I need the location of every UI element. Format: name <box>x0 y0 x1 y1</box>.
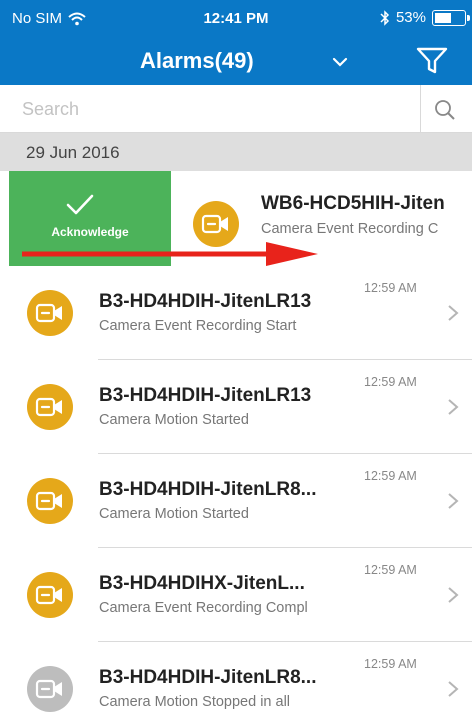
acknowledge-label: Acknowledge <box>51 225 129 239</box>
search-bar <box>0 85 472 133</box>
alarm-description: Camera Motion Started <box>99 412 249 428</box>
search-icon[interactable] <box>432 97 458 123</box>
alarm-name: B3-HD4HDIH-JitenLR8... <box>99 667 317 688</box>
alarm-name: B3-HD4HDIH-JitenLR13 <box>99 385 312 406</box>
chevron-right-icon[interactable] <box>446 679 460 699</box>
chevron-right-icon[interactable] <box>446 585 460 605</box>
alarm-row[interactable]: B3-HD4HDIHX-JitenL... Camera Event Record… <box>0 548 472 642</box>
camera-icon <box>27 290 73 336</box>
camera-icon <box>27 384 73 430</box>
chevron-right-icon[interactable] <box>446 397 460 417</box>
status-right: 53% <box>380 9 470 26</box>
bluetooth-icon <box>380 9 390 26</box>
checkmark-icon <box>66 194 94 215</box>
alarm-time: 12:59 AM <box>364 563 417 577</box>
chevron-down-icon[interactable] <box>330 52 350 72</box>
date-group-label: 29 Jun 2016 <box>26 143 120 162</box>
alarm-time: 12:59 AM <box>364 375 417 389</box>
battery-percent: 53% <box>395 9 426 26</box>
alarm-name: B3-HD4HDIH-JitenLR8... <box>99 479 317 500</box>
alarm-description: Camera Motion Stopped in all <box>99 694 291 710</box>
alarm-name: WB6-HCD5HIH-Jiten <box>261 193 445 214</box>
alarm-row[interactable]: B3-HD4HDIH-JitenLR8... Camera Motion Stop… <box>0 642 472 712</box>
search-divider <box>420 85 421 133</box>
chevron-right-icon[interactable] <box>446 303 460 323</box>
alarm-row[interactable]: B3-HD4HDIH-JitenLR13 Camera Motion Starte… <box>0 360 472 454</box>
filter-icon[interactable] <box>414 45 450 77</box>
title-row: Alarms(49) <box>0 36 472 85</box>
camera-icon <box>27 572 73 618</box>
alarm-time: 12:59 AM <box>364 281 417 295</box>
alarm-row[interactable]: B3-HD4HDIH-JitenLR13 Camera Event Recordi… <box>0 266 472 360</box>
alarm-time: 12:59 AM <box>364 469 417 483</box>
camera-icon <box>27 666 73 712</box>
alarm-description: Camera Motion Started <box>99 506 249 522</box>
alarm-description: Camera Event Recording Compl <box>99 600 308 616</box>
search-input[interactable] <box>22 93 412 125</box>
alarm-description: Camera Event Recording Start <box>99 318 297 334</box>
alarm-name: B3-HD4HDIH-JitenLR13 <box>99 291 312 312</box>
alarm-time: 12:59 AM <box>364 657 417 671</box>
alarm-description: Camera Event Recording C <box>261 221 439 237</box>
date-group-header: 29 Jun 2016 <box>0 133 472 171</box>
alarm-name: B3-HD4HDIHX-JitenL... <box>99 573 305 594</box>
battery-icon <box>432 9 470 26</box>
page-title[interactable]: Alarms(49) <box>140 48 254 74</box>
alarm-row[interactable]: B3-HD4HDIH-JitenLR8... Camera Motion Star… <box>0 454 472 548</box>
swipe-right-arrow-icon <box>22 242 318 266</box>
chevron-right-icon[interactable] <box>446 491 460 511</box>
camera-icon <box>27 478 73 524</box>
app-header: No SIM 12:41 PM 53% Alarms(49) <box>0 0 472 85</box>
status-bar: No SIM 12:41 PM 53% <box>0 0 472 36</box>
